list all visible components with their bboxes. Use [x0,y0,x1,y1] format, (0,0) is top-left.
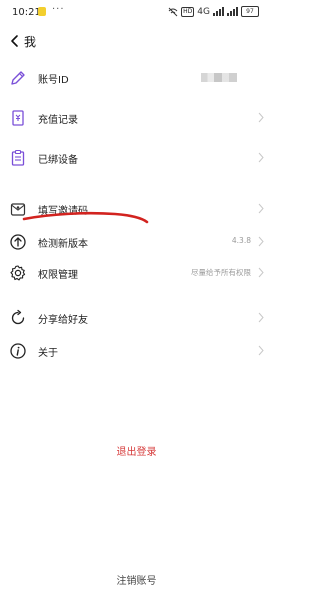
menu-item-label: 分享给好友 [38,315,88,326]
wifi-off-icon [168,7,178,16]
back-button[interactable]: 我 [8,32,36,50]
info-icon [10,343,26,359]
chevron-right-icon [258,203,264,214]
pencil-icon [11,71,25,85]
page-title: 我 [24,34,37,49]
chevron-right-icon [258,236,264,247]
menu-item-label: 填写邀请码 [38,206,88,217]
notification-app-icon [38,7,46,16]
arrow-up-circle-icon [10,234,26,250]
account-id-value-redacted [201,73,237,82]
network-type-label: 4G [197,6,210,17]
battery-icon: 97 [241,6,259,17]
gear-icon [10,265,26,281]
logout-button[interactable]: 退出登录 [0,443,273,458]
envelope-icon [10,203,26,216]
chevron-right-icon [258,345,264,356]
more-notifications-icon: ··· [52,4,65,15]
hd-badge: HD [181,6,195,17]
menu-item-permissions[interactable]: 权限管理 尽量给予所有权限 [0,255,273,291]
version-number: 4.3.8 [231,236,251,245]
menu-item-account-id[interactable]: 账号ID [0,60,273,96]
chevron-right-icon [258,112,264,123]
status-indicators: HD 4G 97 [168,6,259,17]
receipt-icon [12,110,24,126]
cancel-account-button[interactable]: 注销账号 [0,572,273,587]
menu-item-about[interactable]: 关于 [0,333,273,369]
menu-item-label: 关于 [38,348,58,359]
menu-item-share[interactable]: 分享给好友 [0,300,273,336]
chevron-right-icon [258,267,264,278]
menu-item-recharge-history[interactable]: 充值记录 [0,100,273,136]
menu-item-label: 充值记录 [38,115,78,126]
top-nav: 我 [0,28,273,56]
status-time: 10:21 [12,7,41,18]
signal-icon-2 [227,7,238,16]
chevron-right-icon [258,312,264,323]
menu-item-invite-code[interactable]: 填写邀请码 [0,191,273,227]
signal-icon [213,7,224,16]
chevron-right-icon [258,152,264,163]
menu-item-bound-devices[interactable]: 已绑设备 [0,140,273,176]
menu-item-label: 已绑设备 [38,155,78,166]
permissions-hint: 尽量给予所有权限 [191,268,251,277]
back-chevron-icon [11,35,18,47]
share-icon [11,309,25,325]
clipboard-icon [11,149,25,166]
menu-item-label: 检测新版本 [38,239,88,250]
menu-item-label: 账号ID [38,75,69,86]
menu-item-label: 权限管理 [38,270,78,281]
status-bar: 10:21 ··· HD 4G 97 [0,0,273,26]
